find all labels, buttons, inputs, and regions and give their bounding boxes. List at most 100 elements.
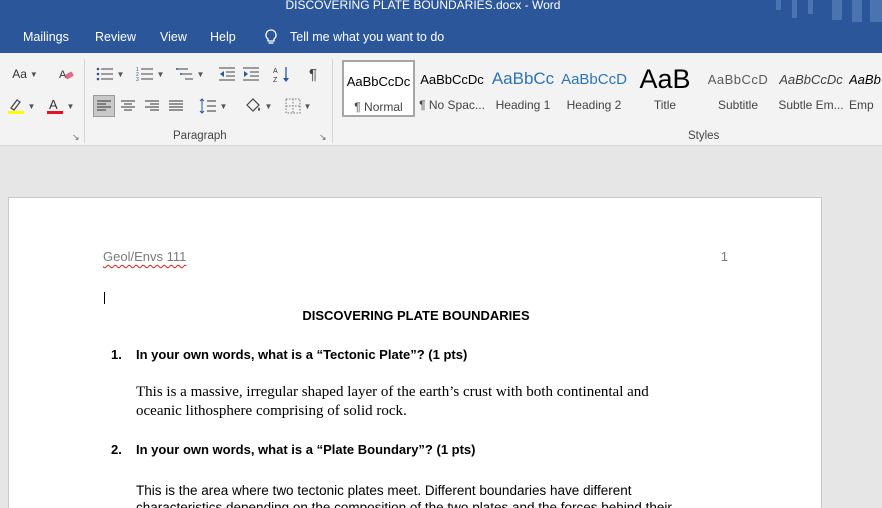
style-label: Heading 1 [495,98,551,112]
align-left-icon [97,100,111,111]
chevron-down-icon: ▼ [66,101,75,111]
paint-bucket-icon [245,98,260,112]
chevron-down-icon: ▼ [196,69,205,79]
tab-help[interactable]: Help [210,30,236,44]
font-color-button[interactable]: A ▼ [42,95,78,117]
align-right-button[interactable] [141,95,163,117]
title-bar: DISCOVERING PLATE BOUNDARIES.docx - Word [0,0,882,22]
align-left-button[interactable] [93,95,115,117]
style-subtitle[interactable]: AaBbCcD Subtitle [703,60,773,117]
justify-button[interactable] [165,95,187,117]
window-title: DISCOVERING PLATE BOUNDARIES.docx - Word [285,0,561,12]
decrease-indent-button[interactable] [216,63,238,85]
chevron-down-icon: ▼ [156,69,165,79]
tell-me-search[interactable]: Tell me what you want to do [262,28,444,46]
answer-line: oceanic lithosphere comprising of solid … [136,403,407,419]
tab-view[interactable]: View [160,30,187,44]
style-label: Subtle Em... [778,98,844,112]
style-emphasis[interactable]: AaBb Emp [849,60,882,117]
chevron-down-icon: ▼ [303,101,312,111]
question-text: In your own words, what is a “Tectonic P… [136,347,468,362]
font-dialog-launcher-icon[interactable]: ↘ [72,132,80,143]
ribbon-tabs: Mailings Review View Help Tell me what y… [0,22,882,53]
highlighter-icon [7,99,24,114]
lightbulb-icon [265,29,277,44]
group-separator [84,59,85,143]
align-center-icon [121,100,135,111]
line-spacing-button[interactable]: ▼ [196,95,230,117]
text-highlight-button[interactable]: ▼ [3,95,39,117]
ribbon: Aa ▼ A ▼ A ▼ ↘ ▼ 1 2 3 ▼ ▼ A Z ¶ ▼ ▼ ▼ P… [0,53,882,146]
clear-formatting-button[interactable]: A [55,63,77,85]
tell-me-text: Tell me what you want to do [290,30,445,44]
styles-gallery: AaBbCcDc ¶ Normal AaBbCcDc ¶ No Spac... … [341,60,882,118]
svg-text:A: A [49,97,58,112]
paragraph-dialog-launcher-icon[interactable]: ↘ [319,132,327,143]
style-label: Heading 2 [566,98,622,112]
style-preview: AaBbCcDc [779,71,843,87]
document-canvas: Geol/Envs 111 1 DISCOVERING PLATE BOUNDA… [0,146,882,508]
chevron-down-icon: ▼ [116,69,125,79]
change-case-label: Aa [12,67,27,81]
numbered-list-icon: 1 2 3 [136,67,153,82]
title-decoration [852,0,862,22]
page-number: 1 [720,249,728,264]
question-text: In your own words, what is a “Plate Boun… [136,442,476,457]
style-preview: AaBbCcDc [420,71,484,87]
show-formatting-marks-button[interactable]: ¶ [302,63,324,85]
question-number: 2. [111,442,122,457]
bullet-list-icon [96,67,113,81]
style-heading-1[interactable]: AaBbCc Heading 1 [489,60,557,117]
course-code: Geol/Envs 111 [103,249,187,264]
answer-line: characteristics depending on the composi… [136,500,672,508]
tab-mailings[interactable]: Mailings [23,30,69,44]
styles-group-label: Styles [688,130,720,142]
change-case-button[interactable]: Aa ▼ [5,63,45,85]
font-color-icon: A [46,97,63,114]
style-subtle-emphasis[interactable]: AaBbCcDc Subtle Em... [777,60,845,117]
pilcrow-icon: ¶ [308,65,318,83]
svg-text:A: A [273,68,278,75]
sort-icon: AZ [273,67,289,83]
title-decoration [870,0,882,22]
document-page[interactable]: Geol/Envs 111 1 DISCOVERING PLATE BOUNDA… [8,197,822,508]
chevron-down-icon: ▼ [29,69,38,79]
style-label: Emp [849,98,874,112]
increase-indent-button[interactable] [240,63,262,85]
line-spacing-icon [199,98,216,114]
canvas-margin [822,146,882,508]
paragraph-group-label: Paragraph [173,130,227,142]
align-center-button[interactable] [117,95,139,117]
question-number: 1. [111,347,122,362]
style-normal[interactable]: AaBbCcDc ¶ Normal [342,60,415,117]
title-decoration [776,0,781,10]
numbering-button[interactable]: 1 2 3 ▼ [132,63,168,85]
multilevel-list-button[interactable]: ▼ [172,63,208,85]
title-decoration [808,0,813,14]
align-right-icon [145,100,159,111]
tab-review[interactable]: Review [95,30,136,44]
font-color-swatch [46,111,63,114]
style-preview: AaBbCc [491,69,555,88]
borders-button[interactable]: ▼ [280,95,316,117]
document-title: DISCOVERING PLATE BOUNDARIES [302,308,530,323]
style-preview: AaB [639,63,691,94]
shading-button[interactable]: ▼ [240,95,276,117]
sort-button[interactable]: AZ [271,63,293,85]
multilevel-list-icon [175,68,193,80]
justify-icon [169,100,183,111]
highlight-color-swatch [7,111,24,114]
style-title[interactable]: AaB Title [631,60,699,117]
style-label: Subtitle [717,98,759,112]
chevron-down-icon: ▼ [27,101,36,111]
answer-line: This is the area where two tectonic plat… [136,483,632,498]
style-no-spacing[interactable]: AaBbCcDc ¶ No Spac... [417,60,487,117]
clear-formatting-icon: A [59,69,74,81]
style-preview: AaBbCcD [707,71,769,87]
text-cursor [104,292,105,304]
bullets-button[interactable]: ▼ [92,63,128,85]
increase-indent-icon [243,67,259,81]
style-label: ¶ Normal [354,100,403,114]
style-heading-2[interactable]: AaBbCcD Heading 2 [559,60,629,117]
decrease-indent-icon [219,67,235,81]
